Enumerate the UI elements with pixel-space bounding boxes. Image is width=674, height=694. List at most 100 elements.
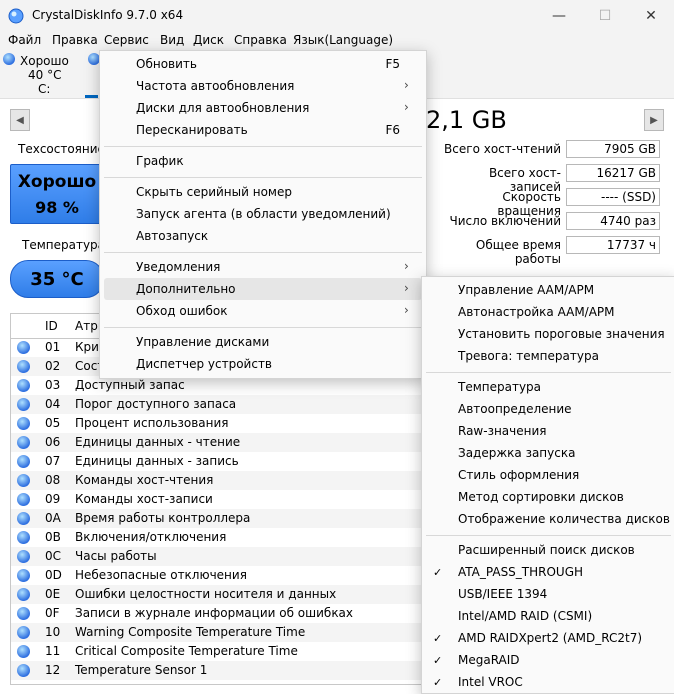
menu-bar: Файл Правка Сервис Вид Диск Справка Язык…: [0, 32, 674, 50]
row-id: 04: [45, 397, 61, 411]
menu-megaraid[interactable]: MegaRAID: [458, 653, 520, 667]
menu-separator: [426, 535, 671, 536]
minimize-button[interactable]: —: [536, 0, 582, 32]
status-dot-icon: [17, 664, 30, 677]
menu-device-manager[interactable]: Диспетчер устройств: [136, 357, 272, 371]
disk-tab-temp: 40 °C: [28, 68, 62, 82]
menu-raw-values[interactable]: Raw-значения: [458, 424, 547, 438]
next-disk-button[interactable]: ▶: [644, 109, 664, 131]
status-dot-icon: [17, 626, 30, 639]
health-percent: 98 %: [35, 198, 79, 217]
stat-value: 4740 раз: [566, 212, 660, 230]
menu-service[interactable]: Сервис: [104, 33, 149, 47]
row-name: Critical Composite Temperature Time: [75, 644, 298, 658]
temperature-value: 35 °C: [30, 269, 84, 290]
row-name: Temperature Sensor 1: [75, 663, 208, 677]
row-name: Процент использования: [75, 416, 229, 430]
row-id: 11: [45, 644, 61, 658]
menu-hide-serial[interactable]: Скрыть серийный номер: [136, 185, 292, 199]
menu-thresholds[interactable]: Установить пороговые значения: [458, 327, 665, 341]
submenu-arrow-icon: ›: [404, 78, 409, 92]
status-dot-icon: [17, 417, 30, 430]
disk-tab-status: Хорошо: [20, 54, 69, 68]
status-dot-icon: [17, 379, 30, 392]
menu-notifications[interactable]: Уведомления: [136, 260, 220, 274]
nav-next-icon: ▶: [650, 114, 658, 126]
health-status-badge[interactable]: Хорошо 98 %: [10, 164, 104, 224]
menu-sort-method[interactable]: Метод сортировки дисков: [458, 490, 624, 504]
status-dot-icon: [17, 455, 30, 468]
disk-tab-c[interactable]: Хорошо 40 °C C:: [0, 50, 98, 98]
prev-disk-button[interactable]: ◀: [10, 109, 30, 131]
menu-autorefresh-frequency[interactable]: Частота автообновления: [136, 79, 294, 93]
menu-aam-apm[interactable]: Управление AAM/APM: [458, 283, 594, 297]
menu-refresh[interactable]: Обновить: [136, 57, 197, 71]
menu-intel-amd-raid[interactable]: Intel/AMD RAID (CSMI): [458, 609, 592, 623]
row-name: Небезопасные отключения: [75, 568, 247, 582]
menu-autodetect[interactable]: Автоопределение: [458, 402, 572, 416]
menu-autostart[interactable]: Автозапуск: [136, 229, 208, 243]
row-id: 06: [45, 435, 61, 449]
shortcut-f5: F5: [385, 57, 400, 71]
service-menu: Обновить F5 Частота автообновления › Дис…: [99, 50, 427, 379]
status-dot-icon: [17, 588, 30, 601]
submenu-arrow-icon: ›: [404, 259, 409, 273]
menu-advanced[interactable]: Дополнительно: [136, 282, 236, 296]
menu-disk-count-display[interactable]: Отображение количества дисков: [458, 512, 670, 526]
menu-separator: [104, 177, 422, 178]
temperature-badge[interactable]: 35 °C: [10, 260, 104, 298]
submenu-arrow-icon: ›: [404, 281, 409, 295]
menu-view[interactable]: Вид: [160, 33, 184, 47]
checkmark-icon: ✓: [433, 632, 443, 645]
menu-temperature[interactable]: Температура: [458, 380, 541, 394]
menu-advanced-disk-search[interactable]: Расширенный поиск дисков: [458, 543, 635, 557]
menu-amd-raidxpert2[interactable]: AMD RAIDXpert2 (AMD_RC2t7): [458, 631, 642, 645]
menu-agent[interactable]: Запуск агента (в области уведомлений): [136, 207, 391, 221]
stat-value: ---- (SSD): [566, 188, 660, 206]
temperature-label: Температура: [22, 238, 106, 252]
row-name: Команды хост-чтения: [75, 473, 214, 487]
menu-startup-delay[interactable]: Задержка запуска: [458, 446, 575, 460]
menu-autorefresh-disks[interactable]: Диски для автообновления: [136, 101, 309, 115]
stat-value: 17737 ч: [566, 236, 660, 254]
menu-graph[interactable]: График: [136, 154, 184, 168]
menu-temp-alarm[interactable]: Тревога: температура: [458, 349, 599, 363]
menu-ata-pass-through[interactable]: ATA_PASS_THROUGH: [458, 565, 583, 579]
menu-intel-vroc[interactable]: Intel VROC: [458, 675, 523, 689]
row-name: Ошибки целостности носителя и данных: [75, 587, 337, 601]
status-dot-icon: [17, 531, 30, 544]
row-id: 0F: [45, 606, 60, 620]
menu-disk-management[interactable]: Управление дисками: [136, 335, 269, 349]
menu-disk[interactable]: Диск: [193, 33, 224, 47]
row-name: Записи в журнале информации об ошибках: [75, 606, 354, 620]
row-id: 12: [45, 663, 61, 677]
menu-edit[interactable]: Правка: [52, 33, 98, 47]
menu-usb-ieee1394[interactable]: USB/IEEE 1394: [458, 587, 547, 601]
menu-language[interactable]: Язык(Language): [293, 33, 393, 47]
row-id: 05: [45, 416, 61, 430]
row-id: 07: [45, 454, 61, 468]
row-name: Warning Composite Temperature Time: [75, 625, 306, 639]
menu-error-bypass[interactable]: Обход ошибок: [136, 304, 228, 318]
status-dot-icon: [17, 550, 30, 563]
menu-theme-style[interactable]: Стиль оформления: [458, 468, 579, 482]
stat-value: 16217 GB: [566, 164, 660, 182]
menu-file[interactable]: Файл: [8, 33, 41, 47]
advanced-submenu: Управление AAM/APM Автонастройка AAM/APM…: [421, 276, 674, 694]
menu-help[interactable]: Справка: [234, 33, 287, 47]
row-name: Порог доступного запаса: [75, 397, 237, 411]
row-id: 09: [45, 492, 61, 506]
status-dot-icon: [17, 341, 30, 354]
header-id[interactable]: ID: [45, 319, 58, 333]
health-status-text: Хорошо: [17, 172, 97, 192]
checkmark-icon: ✓: [433, 654, 443, 667]
row-name: Доступный запас: [75, 378, 185, 392]
stat-label: Всего хост-чтений: [444, 142, 561, 156]
status-dot-icon: [17, 645, 30, 658]
close-button[interactable]: ✕: [628, 0, 674, 32]
stat-label: Общее время работы: [475, 238, 561, 266]
menu-aam-apm-auto[interactable]: Автонастройка AAM/APM: [458, 305, 615, 319]
maximize-button[interactable]: ☐: [582, 0, 628, 32]
menu-rescan[interactable]: Пересканировать: [136, 123, 248, 137]
menu-separator: [426, 372, 671, 373]
